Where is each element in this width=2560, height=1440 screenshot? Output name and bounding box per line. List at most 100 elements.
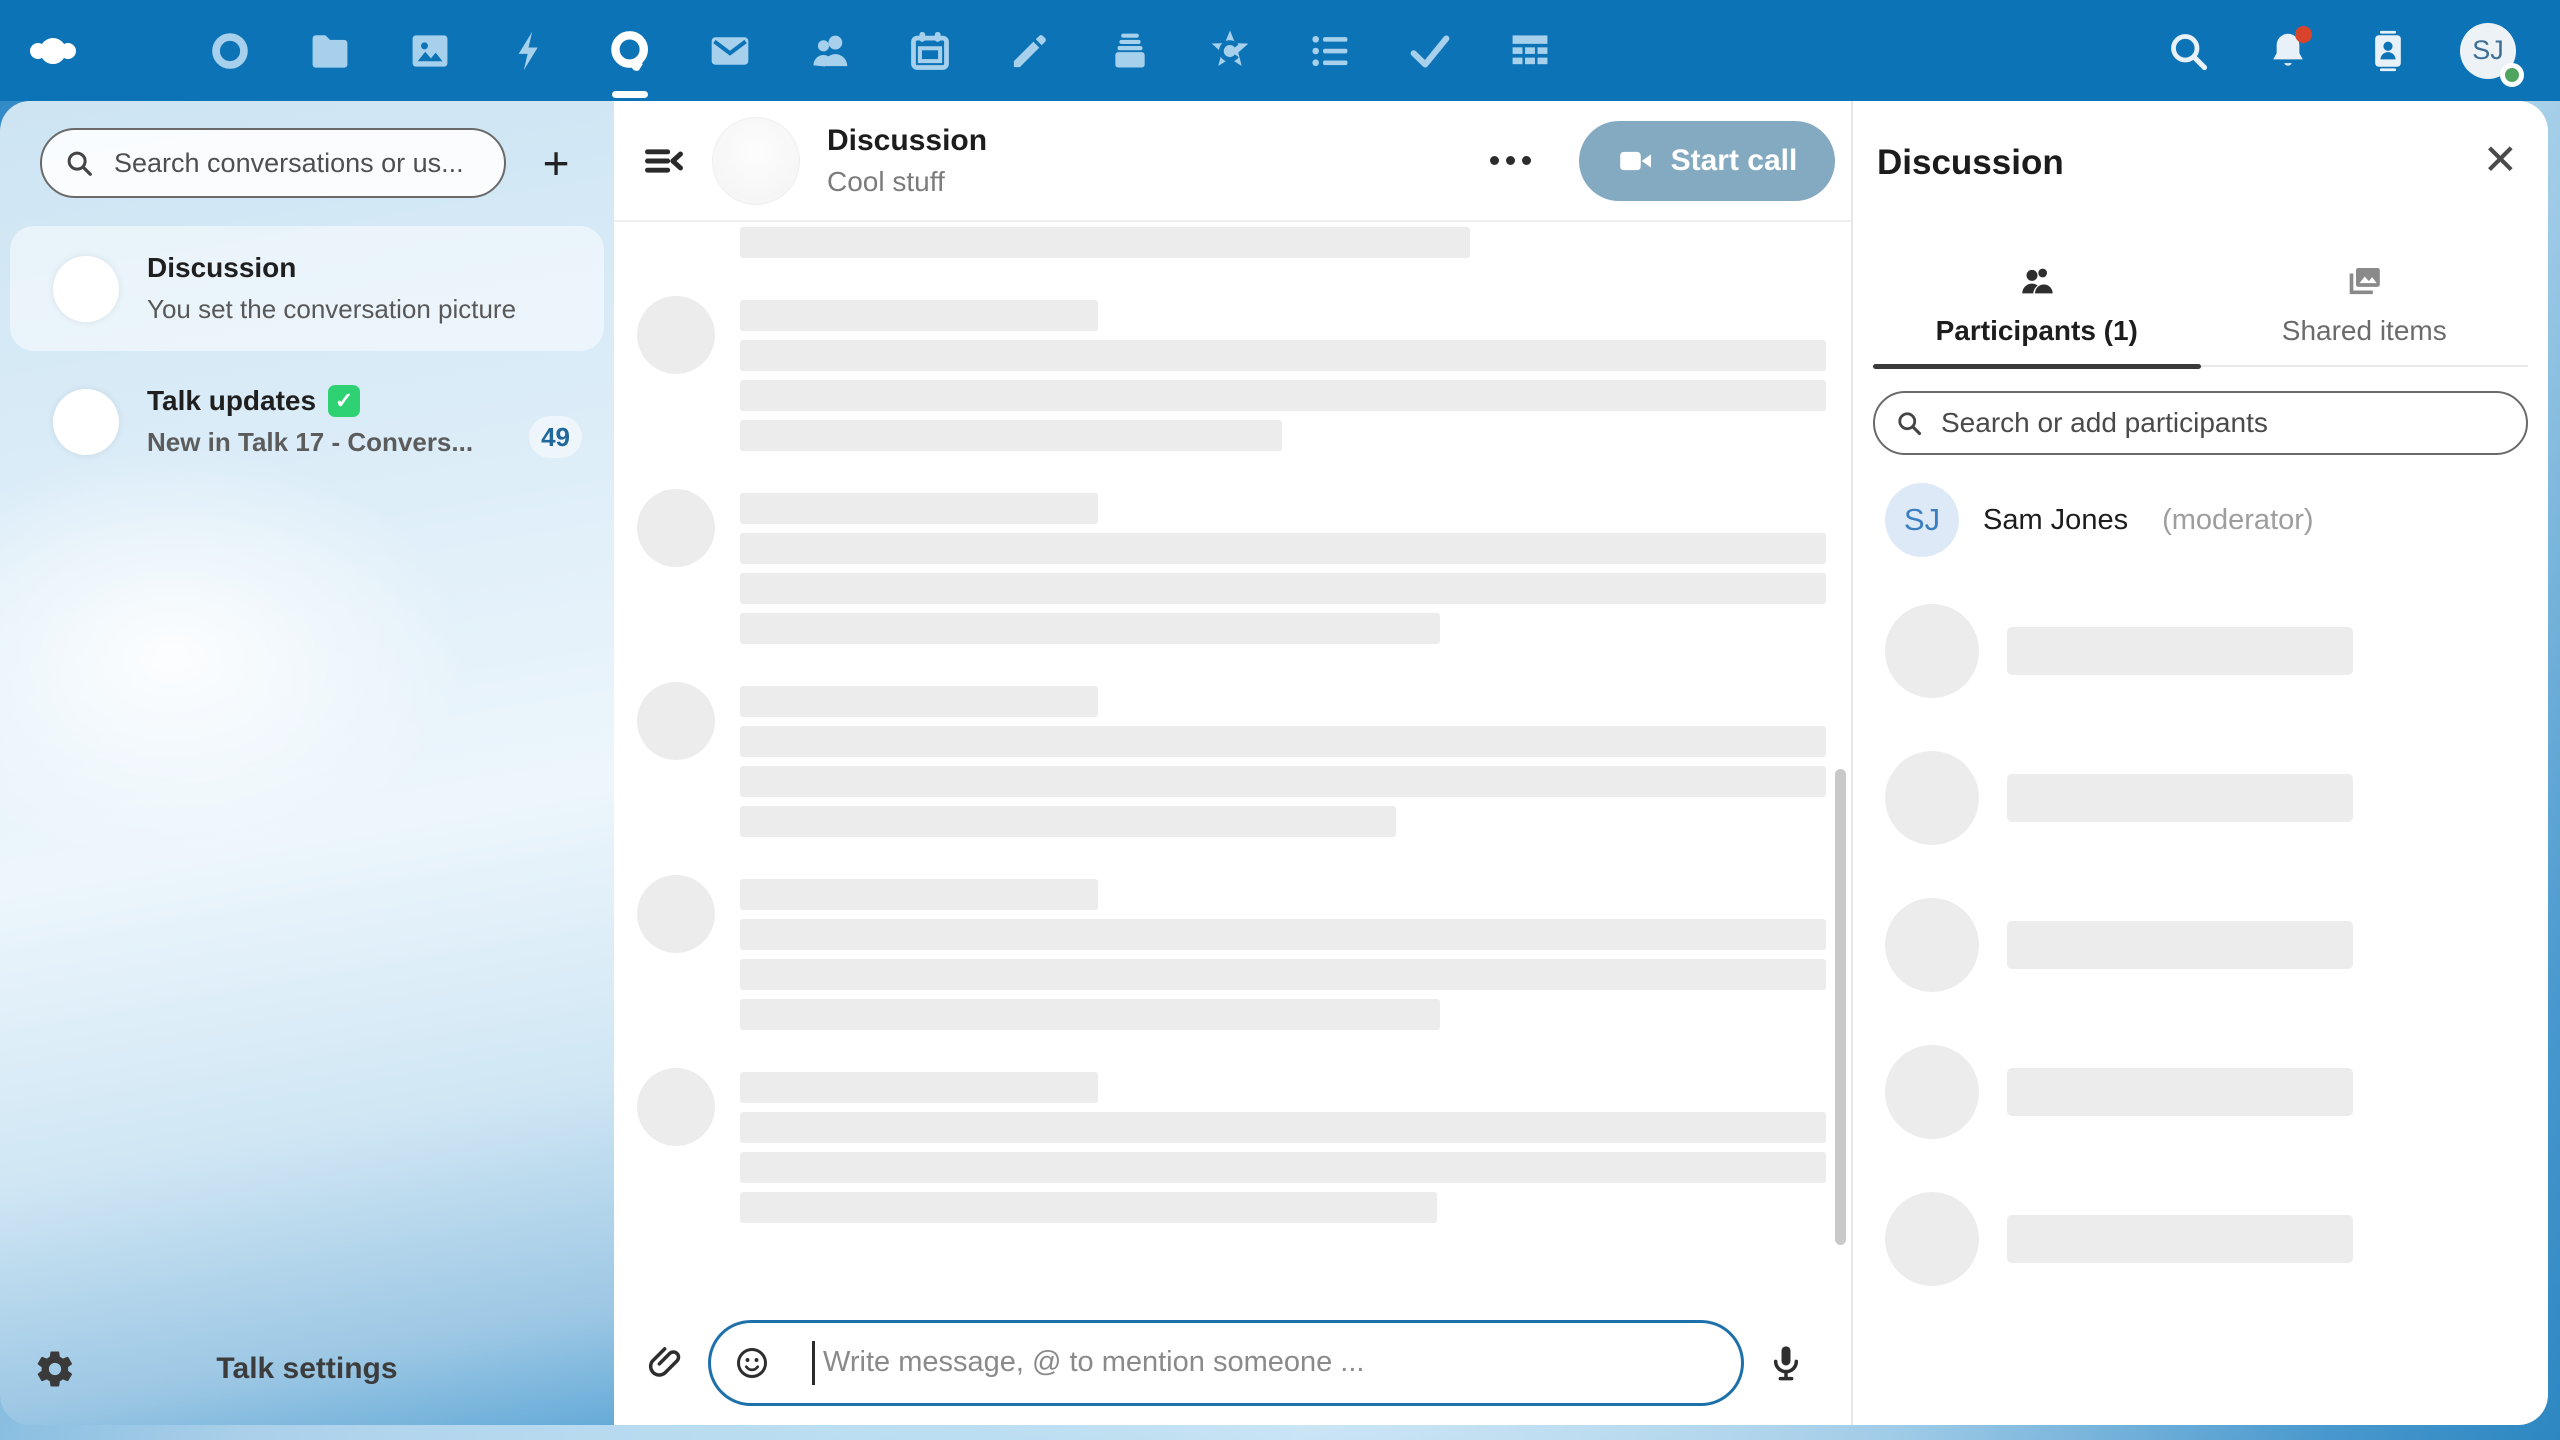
participants-loading-skeleton [1873, 603, 2528, 1287]
app-photos[interactable] [380, 0, 480, 101]
talk-icon [607, 28, 653, 74]
participant-search [1873, 391, 2528, 455]
skeleton-message-bar [740, 380, 1826, 411]
participant-search-input[interactable] [1873, 391, 2528, 455]
skeleton-avatar [1885, 898, 1979, 992]
emoji-picker-button[interactable] [734, 1345, 770, 1381]
skeleton-message-bar [740, 573, 1826, 604]
notifications-button[interactable] [2238, 0, 2338, 101]
gear-icon [34, 1348, 76, 1390]
pencil-icon [1009, 30, 1051, 72]
app-tasks[interactable] [1280, 0, 1380, 101]
app-deck[interactable] [1080, 0, 1180, 101]
start-call-label: Start call [1670, 143, 1798, 177]
skeleton-message-bar [740, 1192, 1437, 1223]
conversation-item-discussion[interactable]: Discussion You set the conversation pict… [10, 226, 604, 351]
unread-count-badge: 49 [529, 416, 582, 458]
attach-file-button[interactable] [646, 1343, 686, 1383]
start-call-button[interactable]: Start call [1579, 120, 1835, 201]
new-conversation-button[interactable]: + [524, 131, 588, 195]
app-talk[interactable] [580, 0, 680, 101]
active-app-indicator [612, 91, 648, 98]
unified-search-button[interactable] [2138, 0, 2238, 101]
conversation-menu-button[interactable] [1470, 136, 1551, 185]
chat-title: Discussion [827, 123, 988, 157]
account-menu[interactable]: SJ [2438, 0, 2538, 101]
participant-row-sam-jones[interactable]: SJ Sam Jones (moderator) [1873, 483, 2528, 557]
skeleton-message-bar [740, 999, 1440, 1030]
tab-participants[interactable]: Participants (1) [1873, 261, 2201, 369]
skeleton-participant-row [1885, 603, 2528, 699]
chat-header-text: Discussion Cool stuff [827, 124, 987, 198]
smiley-icon [734, 1345, 770, 1381]
skeleton-message-bar [740, 1112, 1826, 1143]
message-input[interactable] [708, 1319, 1744, 1406]
skeleton-avatar [1885, 1045, 1979, 1139]
search-icon [2166, 29, 2210, 73]
sidebar-search-row: + [0, 101, 614, 198]
details-title: Discussion [1877, 143, 2064, 182]
app-files[interactable] [280, 0, 380, 101]
chat-section: Discussion Cool stuff Start call [614, 101, 1851, 1425]
paperclip-icon [646, 1343, 686, 1383]
conversation-search-input[interactable] [40, 128, 506, 198]
app-activity[interactable] [480, 0, 580, 101]
skeleton-message-bar [740, 686, 1098, 717]
skeleton-message-bar [740, 1152, 1826, 1183]
skeleton-name-bar [2007, 627, 2353, 675]
message-composer [614, 1300, 1851, 1425]
app-checks[interactable] [1380, 0, 1480, 101]
skeleton-message-bar [740, 726, 1826, 757]
collapse-sidebar-button[interactable] [642, 139, 686, 183]
talk-settings-button[interactable]: Talk settings [110, 1352, 614, 1386]
app-contacts[interactable] [780, 0, 880, 101]
app-collectives[interactable] [1180, 0, 1280, 101]
notification-dot [2295, 26, 2312, 43]
nextcloud-logo[interactable] [30, 0, 76, 101]
app-mail[interactable] [680, 0, 780, 101]
skeleton-message-bar [740, 493, 1098, 524]
conversation-text: Talk updates ✓ New in Talk 17 - Convers.… [147, 385, 473, 458]
scrollbar[interactable] [1835, 769, 1846, 1245]
conversation-item-talk-updates[interactable]: Talk updates ✓ New in Talk 17 - Convers.… [10, 359, 604, 484]
voice-message-button[interactable] [1766, 1343, 1806, 1383]
account-initials: SJ [2472, 35, 2504, 65]
app-notes[interactable] [980, 0, 1080, 101]
skeleton-participant-row [1885, 897, 2528, 993]
contacts-book-icon [2366, 29, 2410, 73]
skeleton-message-bar [740, 879, 1098, 910]
settings-gear-button[interactable] [0, 1348, 110, 1390]
video-camera-icon [1617, 142, 1655, 180]
message-input-wrap [708, 1319, 1744, 1406]
skeleton-avatar [637, 1068, 715, 1146]
avatar: SJ [2460, 22, 2524, 87]
search-icon [1895, 409, 1923, 437]
logo-circle-center [40, 37, 66, 64]
conversation-avatar [53, 255, 119, 322]
dashboard-icon [208, 29, 252, 73]
chat-subtitle: Cool stuff [827, 165, 945, 197]
conversations-sidebar: + Discussion You set the conversation pi… [0, 101, 614, 1425]
participant-name: Sam Jones [1983, 503, 2129, 536]
conversation-subtitle: New in Talk 17 - Convers... [147, 427, 474, 457]
app-tables[interactable] [1480, 0, 1580, 101]
contacts-menu-button[interactable] [2338, 0, 2438, 101]
details-tabs: Participants (1) Shared items [1873, 261, 2529, 369]
tab-shared-items[interactable]: Shared items [2201, 261, 2529, 365]
folder-icon [308, 29, 352, 73]
app-dashboard[interactable] [180, 0, 280, 101]
photos-icon [408, 29, 452, 73]
close-details-button[interactable]: ✕ [2483, 139, 2518, 181]
microphone-icon [1766, 1343, 1806, 1383]
skeleton-message-bar [740, 1072, 1098, 1103]
tab-label: Shared items [2281, 315, 2447, 346]
tab-label: Participants (1) [1935, 315, 2138, 346]
dot [1490, 156, 1499, 165]
avatar: SJ [1885, 483, 1959, 557]
skeleton-name-bar [2007, 921, 2353, 969]
conversation-avatar [53, 388, 119, 455]
skeleton-avatar [637, 682, 715, 760]
app-calendar[interactable] [880, 0, 980, 101]
skeleton-message-bar [740, 533, 1826, 564]
conversation-title: Discussion [147, 252, 297, 283]
